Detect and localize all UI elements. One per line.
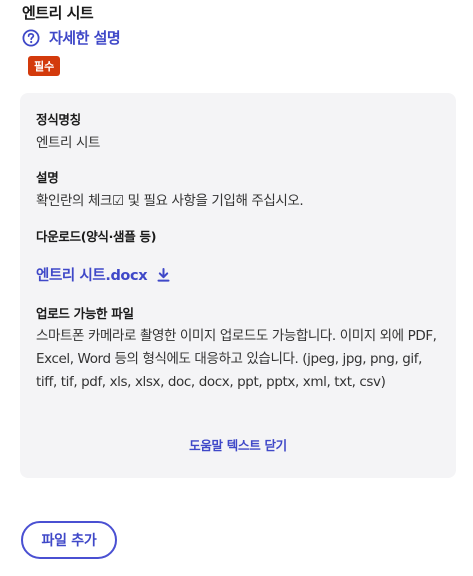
download-label: 다운로드(양식·샘플 등) — [36, 229, 157, 244]
detail-help-link[interactable]: 자세한 설명 — [22, 27, 121, 48]
download-file-name: 엔트리 시트.docx — [36, 268, 148, 284]
help-panel: 정식명칭 엔트리 시트 설명 확인란의 체크☑ 및 필요 사항을 기입해 주십시… — [20, 93, 456, 478]
required-badge: 필수 — [28, 56, 61, 76]
uploadable-label: 업로드 가능한 파일 — [36, 306, 134, 321]
official-name-value: 엔트리 시트 — [36, 135, 100, 151]
description-value: 확인란의 체크☑ 및 필요 사항을 기입해 주십시오. — [36, 193, 304, 209]
section-title: 엔트리 시트 — [22, 4, 94, 22]
download-arrow-icon — [157, 267, 170, 282]
page: 엔트리 시트 자세한 설명 필수 정식명칭 엔트리 시트 설명 확인란의 체크☑… — [0, 0, 473, 576]
official-name-label: 정식명칭 — [36, 112, 81, 127]
uploadable-value: 스마트폰 카메라로 촬영한 이미지 업로드도 가능합니다. 이미지 외에 PDF… — [36, 328, 437, 390]
download-file-link[interactable]: 엔트리 시트.docx — [36, 264, 436, 285]
add-file-button[interactable]: 파일 추가 — [21, 521, 117, 559]
official-name-section: 정식명칭 엔트리 시트 — [36, 109, 100, 154]
download-section: 다운로드(양식·샘플 등) 엔트리 시트.docx — [36, 226, 436, 285]
description-label: 설명 — [36, 170, 59, 185]
uploadable-files-section: 업로드 가능한 파일 스마트폰 카메라로 촬영한 이미지 업로드도 가능합니다.… — [36, 303, 444, 394]
description-section: 설명 확인란의 체크☑ 및 필요 사항을 기입해 주십시오. — [36, 167, 436, 212]
help-link-label: 자세한 설명 — [49, 29, 121, 47]
question-circle-icon — [22, 29, 40, 47]
close-help-text-button[interactable]: 도움말 텍스트 닫기 — [20, 435, 456, 454]
